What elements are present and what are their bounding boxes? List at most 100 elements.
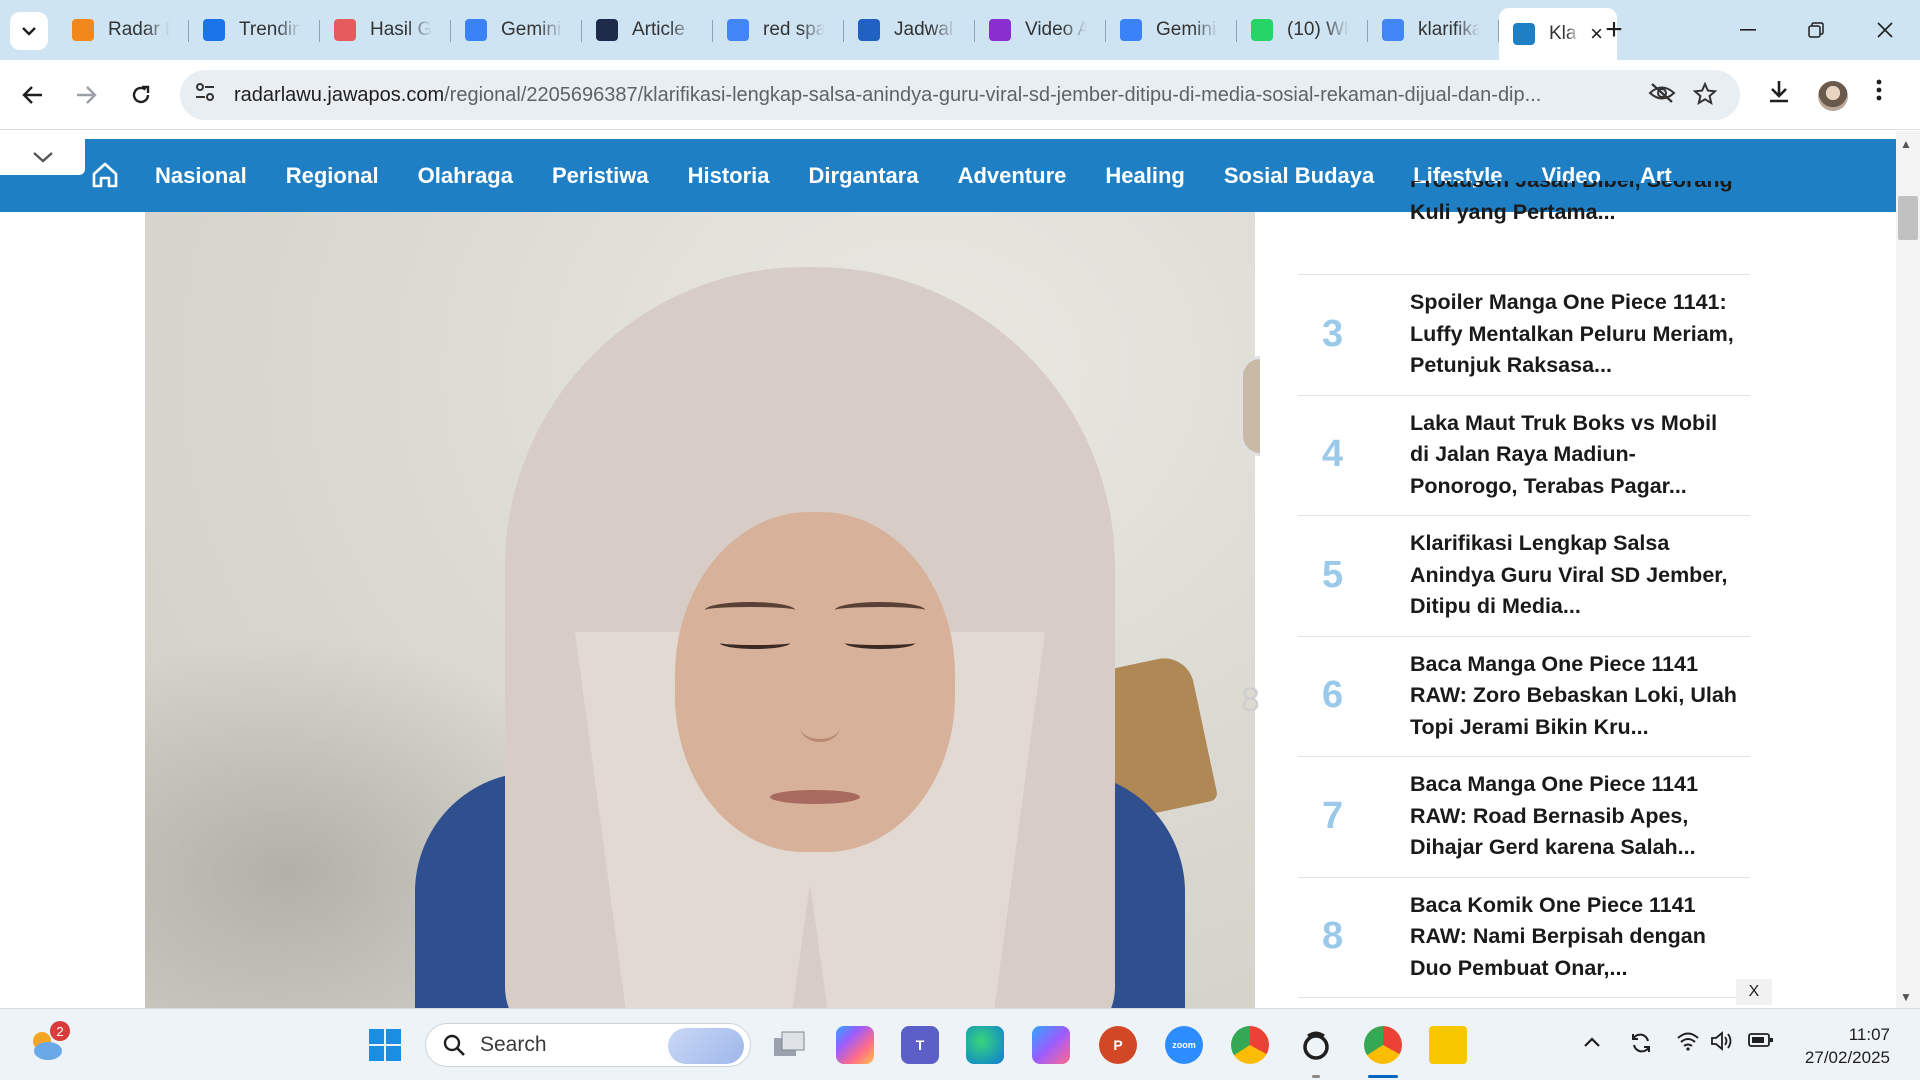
tab-title: Gemini — [1156, 19, 1217, 40]
browser-tab[interactable]: red spa — [713, 8, 844, 52]
site-info-icon[interactable] — [194, 82, 234, 108]
browser-tab[interactable]: Hasil G — [320, 8, 451, 52]
tab-title: Radar B — [108, 19, 170, 40]
tab-strip: Radar B Trendin Hasil G Gemini Article red sp… — [0, 0, 1920, 60]
browser-tab[interactable]: Gemini — [451, 8, 582, 52]
page-scrollbar[interactable] — [1896, 131, 1920, 1008]
nav-link-nasional[interactable]: Nasional — [155, 163, 247, 189]
chrome-profile-app[interactable] — [1364, 1026, 1402, 1064]
tab-title: Hasil G — [370, 19, 432, 40]
profile-avatar[interactable] — [1818, 81, 1848, 111]
scroll-thumb[interactable] — [1898, 196, 1918, 240]
popular-article-item[interactable]: 5 Klarifikasi Lengkap Salsa Anindya Guru … — [1298, 516, 1750, 637]
tab-list: Radar B Trendin Hasil G Gemini Article red sp… — [58, 8, 1617, 60]
scroll-up-arrow[interactable]: ▲ — [1900, 137, 1912, 151]
copilot-app[interactable] — [836, 1026, 874, 1064]
popular-article-item[interactable]: 3 Spoiler Manga One Piece 1141: Luffy Men… — [1298, 275, 1750, 396]
browser-menu-button[interactable] — [1876, 78, 1882, 109]
reload-icon — [132, 85, 150, 104]
eye-off-icon[interactable] — [1648, 82, 1676, 110]
popular-article-item[interactable]: 6 Baca Manga One Piece 1141 RAW: Zoro Beb… — [1298, 637, 1750, 757]
taskbar-search[interactable]: Search — [425, 1023, 751, 1067]
article-title-link[interactable]: Klarifikasi Lengkap Salsa Anindya Guru V… — [1410, 528, 1740, 623]
ad-close-button[interactable]: X — [1736, 979, 1772, 1005]
jp-icon — [858, 19, 880, 41]
weather-badge: 2 — [50, 1021, 70, 1041]
sticky-notes-app[interactable] — [1429, 1026, 1467, 1064]
popular-article-item[interactable]: 8 Baca Komik One Piece 1141 RAW: Nami Ber… — [1298, 878, 1750, 998]
home-icon[interactable] — [90, 160, 120, 190]
article-title-link[interactable]: Spoiler Manga One Piece 1141: Luffy Ment… — [1410, 287, 1740, 382]
rank-number — [1298, 181, 1410, 261]
ring-app[interactable] — [1297, 1026, 1335, 1064]
gemini-icon — [465, 19, 487, 41]
rank-number: 7 — [1322, 794, 1344, 837]
article-hero-image — [145, 212, 1255, 1008]
bookmark-star-icon[interactable] — [1692, 81, 1718, 112]
browser-tab[interactable]: klarifika — [1368, 8, 1499, 52]
nav-link-peristiwa[interactable]: Peristiwa — [552, 163, 649, 189]
forward-button[interactable] — [67, 76, 105, 114]
url-path: /regional/2205696387/klarifikasi-lengkap… — [444, 83, 1542, 106]
browser-tab[interactable]: Trendin — [189, 8, 320, 52]
tab-search-button[interactable] — [10, 12, 48, 50]
nav-link-adventure[interactable]: Adventure — [958, 163, 1067, 189]
minimize-button[interactable] — [1725, 10, 1771, 50]
active-indicator — [1368, 1075, 1398, 1078]
article-title-link[interactable]: Produsen Jasan Bibel, Seorang Kuli yang … — [1410, 181, 1740, 261]
browser-tab[interactable]: Gemini — [1106, 8, 1237, 52]
article-title-link[interactable]: Baca Komik One Piece 1141 RAW: Nami Berp… — [1410, 890, 1740, 985]
restore-button[interactable] — [1793, 10, 1839, 50]
web-page: Nasional Regional Olahraga Peristiwa Histori… — [0, 131, 1920, 1008]
back-button[interactable] — [14, 76, 52, 114]
browser-tab[interactable]: (10) Wh — [1237, 8, 1368, 52]
system-clock[interactable]: 11:07 27/02/2025 — [1790, 1023, 1890, 1069]
browser-tab[interactable]: Video A — [975, 8, 1106, 52]
scroll-down-arrow[interactable]: ▼ — [1900, 990, 1912, 1004]
minimize-icon — [1740, 29, 1756, 31]
nav-link-dirgantara[interactable]: Dirgantara — [809, 163, 919, 189]
zoom-app[interactable]: zoom — [1165, 1026, 1203, 1064]
url-text[interactable]: radarlawu.jawapos.com/regional/220569638… — [234, 84, 1654, 107]
article-icon — [596, 19, 618, 41]
popular-article-item[interactable]: Produsen Jasan Bibel, Seorang Kuli yang … — [1298, 181, 1750, 275]
article-title-link[interactable]: Baca Manga One Piece 1141 RAW: Road Bern… — [1410, 769, 1740, 864]
article-title-link[interactable]: Baca Manga One Piece 1141 RAW: Zoro Beba… — [1410, 649, 1740, 744]
nav-link-regional[interactable]: Regional — [286, 163, 379, 189]
browser-tab[interactable]: Radar B — [58, 8, 189, 52]
nav-link-olahraga[interactable]: Olahraga — [418, 163, 513, 189]
teams-app[interactable]: T — [901, 1026, 939, 1064]
article-title-link[interactable]: Laka Maut Truk Boks vs Mobil di Jalan Ra… — [1410, 408, 1740, 503]
rank-number: 5 — [1322, 553, 1344, 596]
new-tab-button[interactable]: + — [1596, 12, 1632, 48]
kebab-menu-icon — [1876, 79, 1882, 101]
chrome-app[interactable] — [1231, 1026, 1269, 1064]
volume-icon[interactable] — [1710, 1031, 1734, 1057]
edge-app[interactable] — [966, 1026, 1004, 1064]
nav-link-healing[interactable]: Healing — [1105, 163, 1184, 189]
browser-tab[interactable]: Article — [582, 8, 713, 52]
show-hidden-icons-button[interactable] — [1583, 1031, 1601, 1054]
nav-collapse-button[interactable] — [0, 139, 85, 175]
windows-taskbar: 2 Search T P zoom 11:07 27/02/2025 — [0, 1008, 1920, 1080]
wifi-icon[interactable] — [1676, 1031, 1700, 1057]
m365-app[interactable] — [1032, 1026, 1070, 1064]
search-icon — [443, 1034, 465, 1056]
powerpoint-app[interactable]: P — [1099, 1026, 1137, 1064]
downloads-button[interactable] — [1766, 78, 1792, 111]
browser-tab[interactable]: Jadwal — [844, 8, 975, 52]
floating-thumbnail[interactable] — [1240, 356, 1260, 456]
popular-article-item[interactable]: 7 Baca Manga One Piece 1141 RAW: Road Ber… — [1298, 757, 1750, 878]
start-button[interactable] — [366, 1026, 404, 1064]
tab-title: Jadwal — [894, 19, 954, 40]
nav-link-historia[interactable]: Historia — [688, 163, 770, 189]
tab-title: red spa — [763, 19, 825, 40]
address-bar[interactable]: radarlawu.jawapos.com/regional/220569638… — [180, 70, 1740, 120]
popular-article-item[interactable]: 4 Laka Maut Truk Boks vs Mobil di Jalan R… — [1298, 396, 1750, 516]
task-view-button[interactable] — [770, 1026, 808, 1064]
close-window-button[interactable] — [1862, 10, 1908, 50]
sync-icon[interactable] — [1628, 1031, 1654, 1061]
battery-icon[interactable] — [1748, 1031, 1774, 1054]
rank-number: 6 — [1322, 674, 1344, 717]
reload-button[interactable] — [122, 76, 160, 114]
